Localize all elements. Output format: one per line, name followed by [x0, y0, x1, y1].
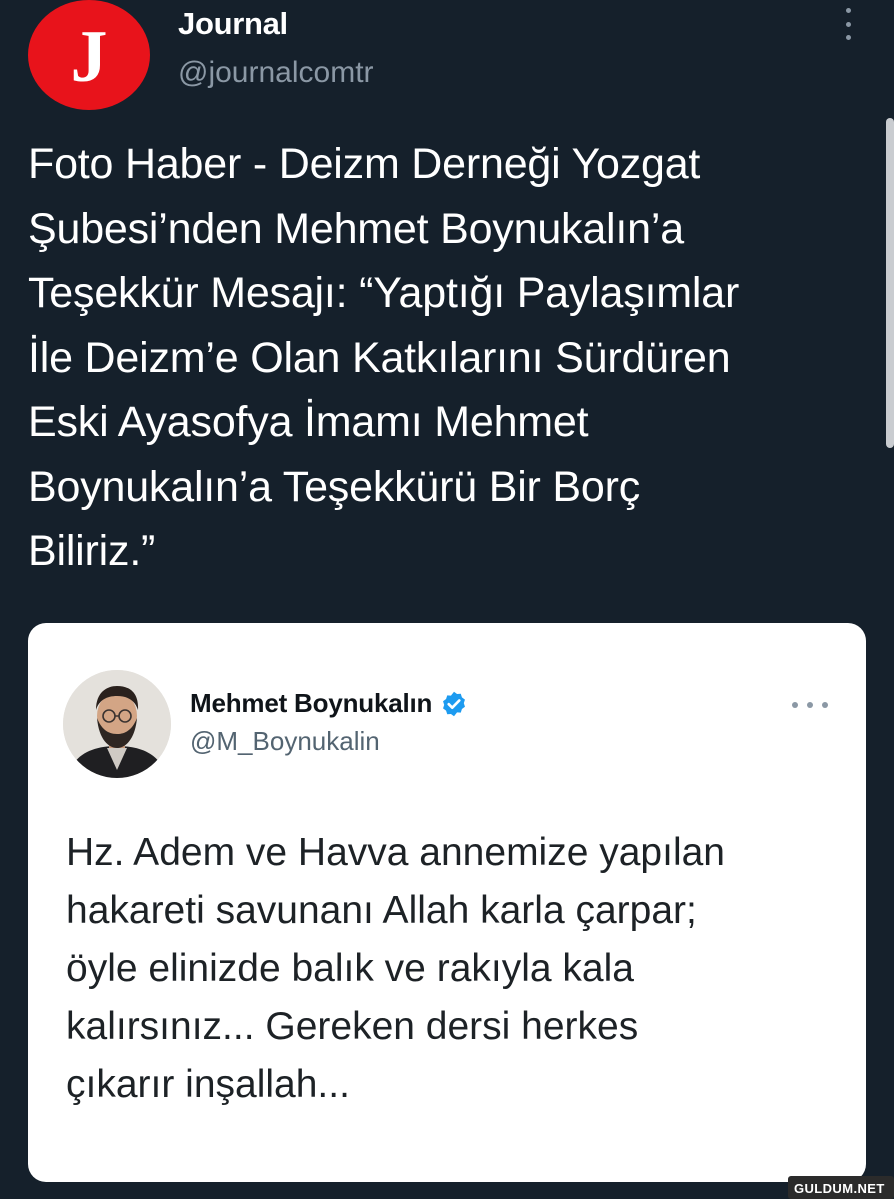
watermark-logo: GULDUM.NET: [788, 1176, 894, 1199]
author-display-name[interactable]: Journal: [178, 6, 288, 42]
quoted-author-avatar: [63, 670, 171, 778]
quoted-author-row: Mehmet Boynukalın: [190, 688, 468, 719]
quoted-tweet-image[interactable]: Mehmet Boynukalın @M_Boynukalin Hz. Adem…: [28, 623, 866, 1182]
author-handle[interactable]: @journalcomtr: [178, 56, 374, 90]
quoted-author-handle: @M_Boynukalin: [190, 726, 380, 756]
verified-badge-icon: [440, 690, 468, 718]
quoted-author-name: Mehmet Boynukalın: [190, 688, 433, 718]
tweet-text: Foto Haber - Deizm Derneği Yozgat Şubesi…: [28, 140, 740, 575]
more-horizontal-icon: [792, 701, 828, 709]
tweet-page: J Journal @journalcomtr Foto Haber - Dei…: [0, 0, 894, 1199]
author-avatar[interactable]: J: [28, 0, 150, 110]
more-vertical-icon[interactable]: [838, 8, 858, 40]
avatar-logo-letter: J: [70, 16, 108, 98]
scrollbar[interactable]: [886, 118, 894, 448]
quoted-tweet-text: Hz. Adem ve Havva annemize yapılan hakar…: [66, 831, 726, 1106]
svg-text:GULDUM.NET: GULDUM.NET: [794, 1181, 885, 1196]
